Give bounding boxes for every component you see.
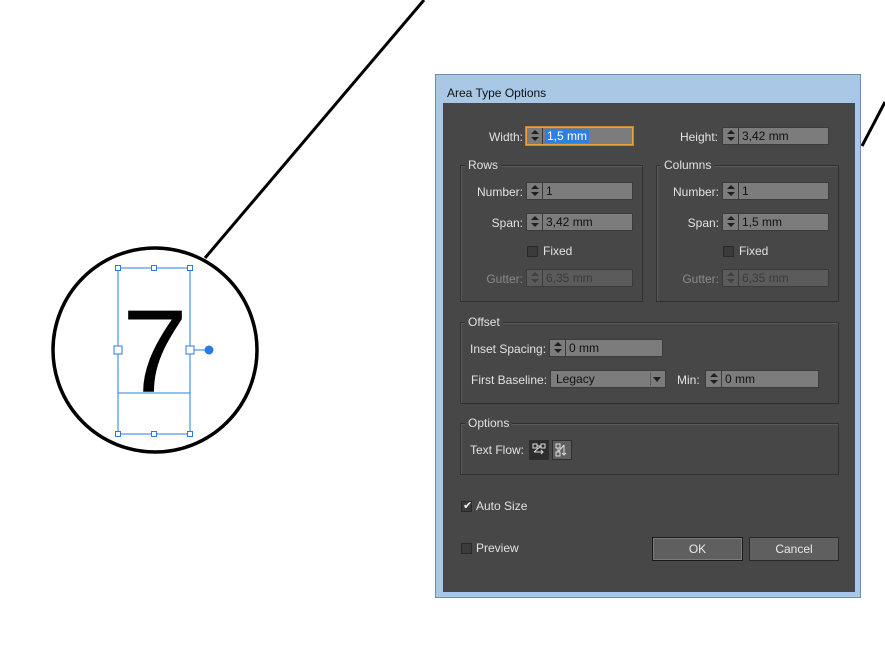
columns-number-label: Number: bbox=[672, 185, 719, 199]
rows-gutter-value: 6,35 mm bbox=[546, 271, 593, 285]
auto-size-label: Auto Size bbox=[476, 499, 528, 513]
columns-fixed-checkbox[interactable] bbox=[723, 246, 734, 257]
inset-spacing-value: 0 mm bbox=[569, 341, 599, 355]
min-field[interactable]: 0 mm bbox=[705, 370, 819, 388]
cancel-button[interactable]: Cancel bbox=[749, 537, 839, 561]
rows-fixed-label: Fixed bbox=[543, 244, 573, 258]
min-value: 0 mm bbox=[725, 372, 755, 386]
text-flow-rows-icon[interactable] bbox=[529, 440, 549, 460]
rows-number-stepper[interactable] bbox=[527, 183, 543, 199]
inset-spacing-stepper[interactable] bbox=[550, 340, 566, 356]
height-field[interactable]: 3,42 mm bbox=[722, 127, 829, 145]
area-type-glyph: 7 bbox=[122, 286, 188, 418]
rows-number-field[interactable]: 1 bbox=[526, 182, 633, 200]
ok-button[interactable]: OK bbox=[652, 537, 743, 561]
text-flow-columns-icon[interactable] bbox=[552, 440, 572, 460]
area-type-options-dialog: Area Type Options Width: 1,5 mm Height: … bbox=[435, 74, 861, 598]
resize-handle[interactable] bbox=[115, 265, 121, 271]
out-port-handle[interactable] bbox=[185, 345, 195, 355]
rows-number-label: Number: bbox=[476, 185, 523, 199]
min-stepper[interactable] bbox=[706, 371, 722, 387]
chevron-down-icon bbox=[653, 377, 661, 382]
width-field[interactable]: 1,5 mm bbox=[526, 127, 633, 145]
first-baseline-value: Legacy bbox=[556, 372, 595, 386]
dialog-titlebar[interactable]: Area Type Options bbox=[436, 75, 860, 103]
columns-gutter-stepper[interactable] bbox=[723, 270, 739, 286]
threading-handle[interactable] bbox=[204, 345, 214, 355]
rows-gutter-label: Gutter: bbox=[486, 272, 523, 286]
dialog-title: Area Type Options bbox=[447, 86, 547, 100]
width-label: Width: bbox=[488, 130, 523, 144]
options-group-title: Options bbox=[465, 416, 513, 430]
resize-handle[interactable] bbox=[187, 265, 193, 271]
auto-size-checkbox[interactable] bbox=[461, 499, 472, 512]
rows-group-title: Rows bbox=[465, 158, 502, 172]
leader-line-right bbox=[860, 101, 885, 147]
select-divider bbox=[650, 372, 651, 386]
dialog-body: Width: 1,5 mm Height: 3,42 mm Rows Numbe… bbox=[443, 103, 855, 592]
rows-span-value: 3,42 mm bbox=[546, 215, 593, 229]
offset-group-title: Offset bbox=[465, 315, 503, 329]
in-port-handle[interactable] bbox=[113, 345, 123, 355]
columns-number-stepper[interactable] bbox=[723, 183, 739, 199]
columns-gutter-field[interactable]: 6,35 mm bbox=[722, 269, 829, 287]
columns-span-field[interactable]: 1,5 mm bbox=[722, 213, 829, 231]
resize-handle[interactable] bbox=[151, 431, 157, 437]
columns-span-label: Span: bbox=[687, 216, 719, 230]
rows-span-field[interactable]: 3,42 mm bbox=[526, 213, 633, 231]
resize-handle[interactable] bbox=[187, 431, 193, 437]
rows-gutter-field[interactable]: 6,35 mm bbox=[526, 269, 633, 287]
height-value: 3,42 mm bbox=[742, 129, 789, 143]
resize-handle[interactable] bbox=[151, 265, 157, 271]
rows-span-label: Span: bbox=[491, 216, 523, 230]
preview-label: Preview bbox=[476, 541, 519, 555]
columns-number-field[interactable]: 1 bbox=[722, 182, 829, 200]
rows-gutter-stepper[interactable] bbox=[527, 270, 543, 286]
columns-number-value: 1 bbox=[742, 184, 749, 198]
columns-fixed-label: Fixed bbox=[739, 244, 769, 258]
inset-spacing-field[interactable]: 0 mm bbox=[549, 339, 663, 357]
columns-span-value: 1,5 mm bbox=[742, 215, 783, 229]
inset-spacing-label: Inset Spacing: bbox=[470, 342, 547, 356]
resize-handle[interactable] bbox=[115, 431, 121, 437]
columns-span-stepper[interactable] bbox=[723, 214, 739, 230]
height-label: Height: bbox=[679, 130, 718, 144]
width-value: 1,5 mm bbox=[545, 129, 590, 143]
columns-gutter-label: Gutter: bbox=[682, 272, 719, 286]
min-label: Min: bbox=[677, 373, 700, 387]
columns-group-title: Columns bbox=[661, 158, 715, 172]
height-stepper[interactable] bbox=[723, 128, 739, 144]
text-flow-label: Text Flow: bbox=[470, 443, 525, 457]
rows-number-value: 1 bbox=[546, 184, 553, 198]
preview-checkbox[interactable] bbox=[461, 543, 472, 554]
rows-fixed-checkbox[interactable] bbox=[527, 246, 538, 257]
columns-gutter-value: 6,35 mm bbox=[742, 271, 789, 285]
leader-line-left bbox=[203, 0, 426, 259]
width-stepper[interactable] bbox=[527, 128, 543, 144]
rows-span-stepper[interactable] bbox=[527, 214, 543, 230]
offset-group bbox=[460, 322, 839, 404]
first-baseline-label: First Baseline: bbox=[471, 373, 548, 387]
first-baseline-select[interactable]: Legacy bbox=[550, 370, 666, 388]
